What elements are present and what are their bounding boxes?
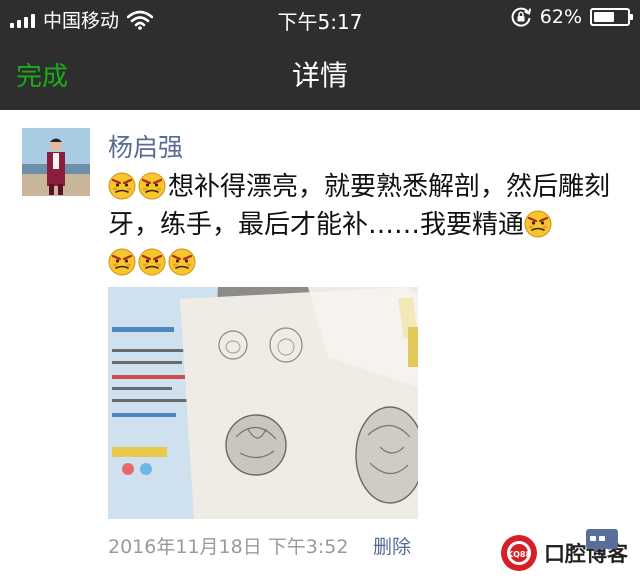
page-title: 详情 — [291, 59, 348, 92]
grimace-emoji-icon — [138, 248, 166, 276]
grimace-emoji-icon — [108, 248, 136, 276]
watermark-logo-text: KQ88 — [507, 550, 532, 559]
kq88-logo-icon: KQ88 — [501, 535, 537, 571]
grimace-emoji-icon — [108, 172, 136, 200]
battery-icon — [590, 8, 633, 26]
nav-bar: 完成 详情 — [0, 36, 640, 110]
status-bar-right: 62% — [510, 6, 633, 28]
battery-fill — [594, 12, 614, 22]
author-name[interactable]: 杨启强 — [108, 128, 183, 164]
status-bar: 中国移动 下午5:17 62% — [0, 0, 640, 36]
comment-icon[interactable] — [585, 528, 619, 554]
post-text: 想补得漂亮，就要熟悉解剖，然后雕刻牙，练手，最后才能补……我要精通 — [108, 168, 628, 282]
rotation-lock-icon — [511, 7, 531, 27]
grimace-emoji-icon — [168, 248, 196, 276]
post-photo[interactable] — [108, 287, 418, 519]
grimace-emoji-icon — [524, 210, 552, 238]
post-timestamp: 2016年11月18日 下午3:52 — [108, 536, 349, 558]
delete-link[interactable]: 删除 — [373, 532, 411, 559]
battery-percent: 62% — [539, 6, 582, 28]
grimace-emoji-icon — [138, 172, 166, 200]
avatar[interactable] — [22, 128, 90, 196]
